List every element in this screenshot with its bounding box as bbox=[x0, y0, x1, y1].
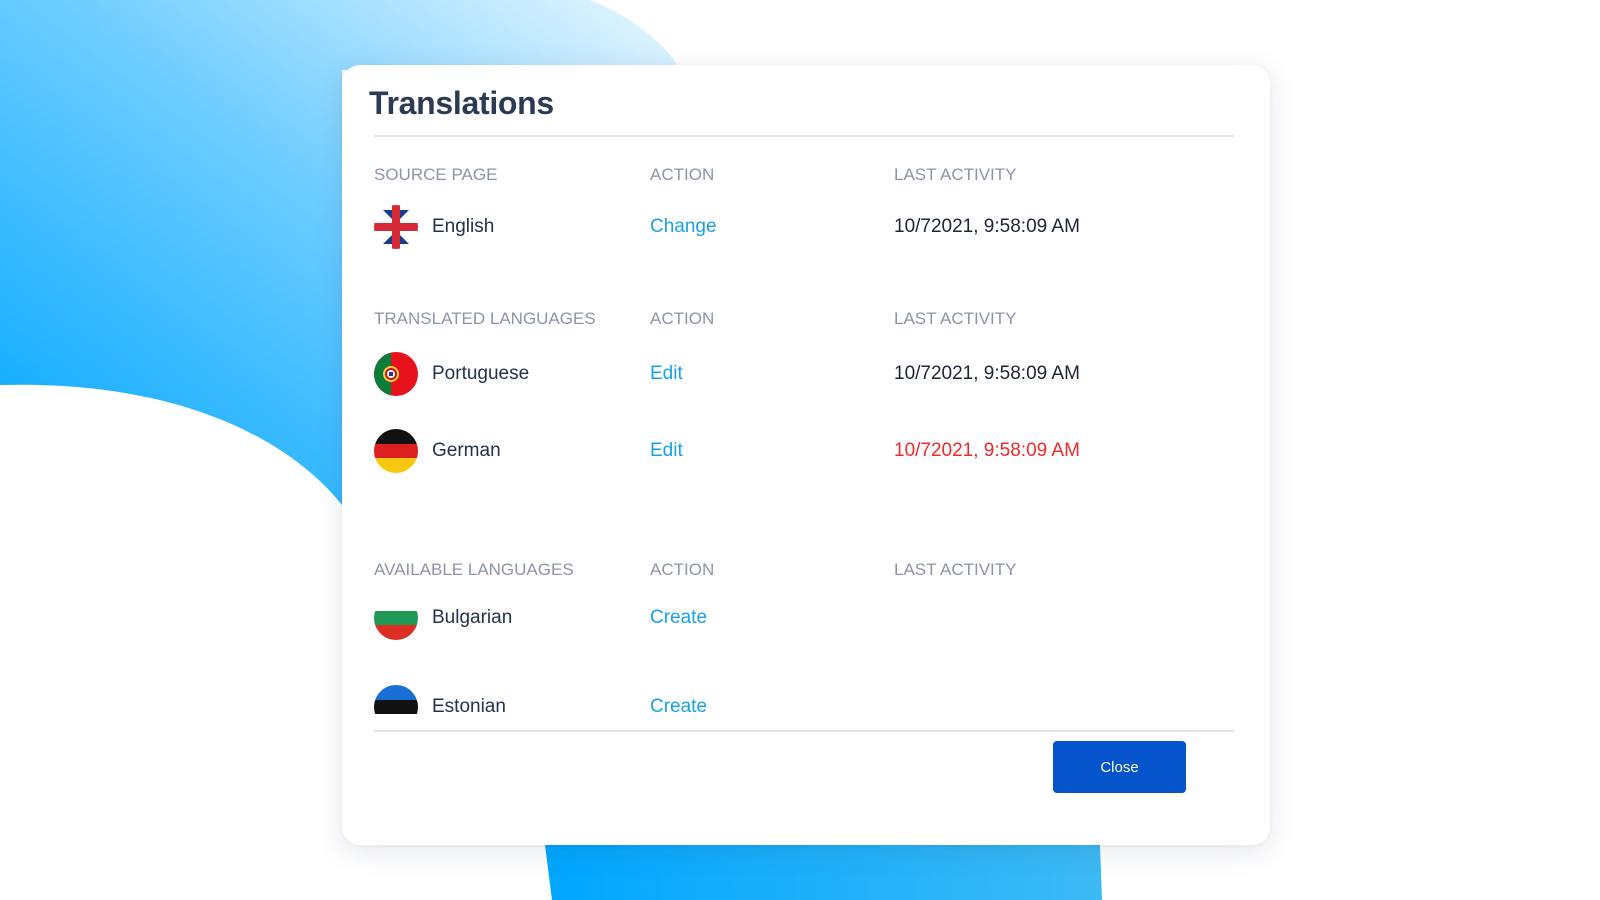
last-activity-value: 10/72021, 9:58:09 AM bbox=[894, 363, 1080, 384]
last-activity-value-warning: 10/72021, 9:58:09 AM bbox=[894, 440, 1080, 461]
list-item: Portuguese Edit 10/72021, 9:58:09 AM bbox=[374, 352, 1234, 396]
scroll-area-clip: Estonian Create bbox=[374, 665, 1234, 729]
action-header: ACTION bbox=[650, 560, 715, 579]
create-link[interactable]: Create bbox=[650, 696, 707, 718]
list-item: Estonian Create bbox=[374, 685, 1234, 729]
footer-divider bbox=[374, 730, 1234, 732]
available-section-header: AVAILABLE LANGUAGES ACTION LAST ACTIVITY bbox=[374, 560, 1234, 584]
list-item: German Edit 10/72021, 9:58:09 AM bbox=[374, 429, 1234, 473]
dialog-title: Translations bbox=[369, 85, 554, 121]
translated-languages-header: TRANSLATED LANGUAGES bbox=[374, 309, 596, 328]
portugal-flag-icon bbox=[374, 352, 418, 396]
change-link[interactable]: Change bbox=[650, 216, 717, 238]
edit-link[interactable]: Edit bbox=[650, 440, 683, 462]
available-languages-header: AVAILABLE LANGUAGES bbox=[374, 560, 574, 579]
edit-link[interactable]: Edit bbox=[650, 363, 683, 385]
language-name: Portuguese bbox=[432, 363, 530, 384]
germany-flag-icon bbox=[374, 429, 418, 473]
bulgaria-flag-icon bbox=[374, 596, 418, 640]
language-name: German bbox=[432, 440, 501, 461]
last-activity-value: 10/72021, 9:58:09 AM bbox=[894, 216, 1080, 237]
action-header: ACTION bbox=[650, 165, 715, 184]
last-activity-header: LAST ACTIVITY bbox=[894, 560, 1017, 579]
list-item: English Change 10/72021, 9:58:09 AM bbox=[374, 205, 1234, 249]
source-section-header: SOURCE PAGE ACTION LAST ACTIVITY bbox=[374, 165, 1234, 189]
last-activity-header: LAST ACTIVITY bbox=[894, 309, 1017, 328]
action-header: ACTION bbox=[650, 309, 715, 328]
language-name: English bbox=[432, 216, 495, 237]
uk-flag-icon bbox=[374, 205, 418, 249]
language-name: Bulgarian bbox=[432, 607, 513, 628]
source-page-header: SOURCE PAGE bbox=[374, 165, 498, 184]
header-divider bbox=[374, 135, 1234, 137]
last-activity-header: LAST ACTIVITY bbox=[894, 165, 1017, 184]
estonia-flag-icon bbox=[374, 685, 418, 729]
create-link[interactable]: Create bbox=[650, 607, 707, 629]
close-button[interactable]: Close bbox=[1053, 741, 1186, 793]
translated-section-header: TRANSLATED LANGUAGES ACTION LAST ACTIVIT… bbox=[374, 309, 1234, 333]
translations-dialog: Translations SOURCE PAGE ACTION LAST ACT… bbox=[342, 65, 1270, 845]
list-item: Bulgarian Create bbox=[374, 596, 1234, 640]
language-name: Estonian bbox=[432, 696, 506, 717]
